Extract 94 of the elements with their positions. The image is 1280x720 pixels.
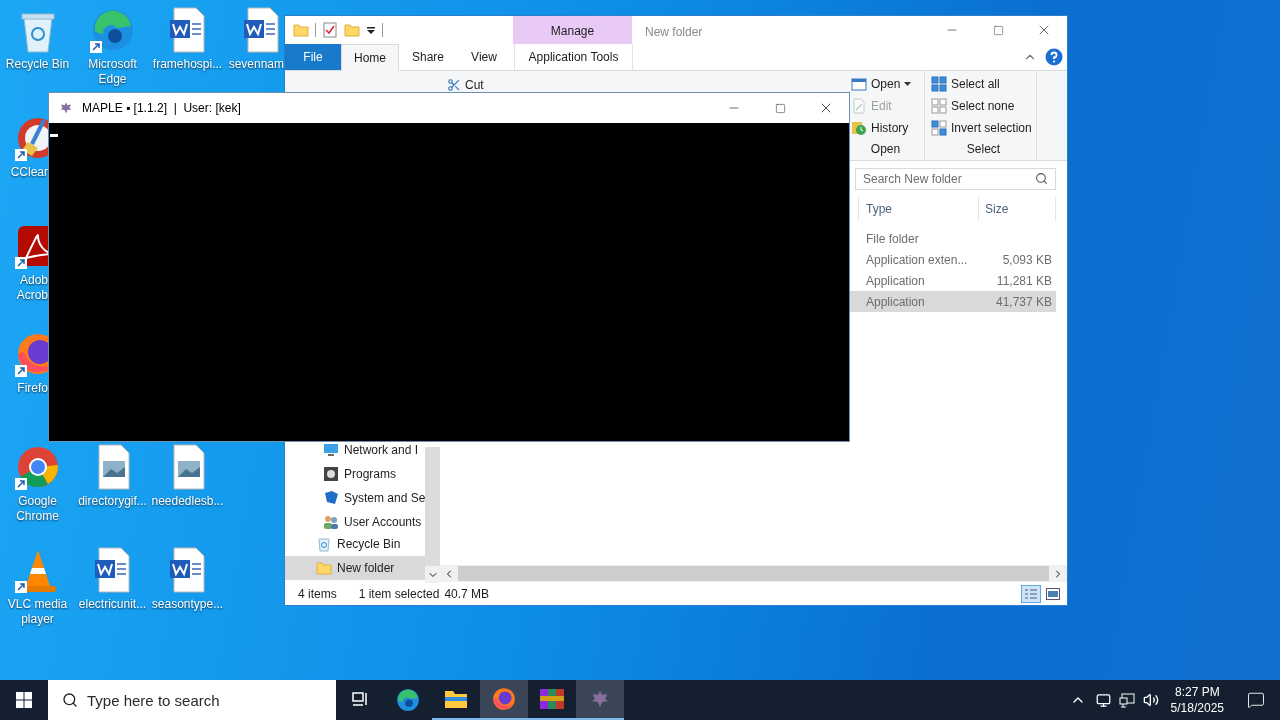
taskbar-search-field[interactable]: Type here to search	[48, 680, 336, 720]
icon-label: framehospi...	[152, 57, 223, 72]
icon-label: seasontype...	[151, 597, 224, 612]
nav-item[interactable]: Network and I	[285, 442, 426, 458]
folder-icon	[344, 22, 360, 38]
status-text: 1 item selected	[358, 586, 440, 603]
clock-icon	[851, 120, 867, 136]
text-cursor	[50, 134, 58, 137]
status-text: 40.7 MB	[444, 586, 490, 603]
grid-icon	[931, 98, 947, 114]
icon-label: VLC media player	[7, 597, 68, 627]
column-header[interactable]: Size	[978, 197, 1056, 221]
maple-leaf-icon	[590, 689, 610, 709]
file-row[interactable]: Application 41,737 KB	[850, 291, 1056, 312]
nav-item[interactable]: System and Se	[285, 490, 426, 506]
table-cell-text: 11,281 KB	[995, 272, 1052, 290]
search-field[interactable]: Search New folder	[855, 167, 1056, 190]
icon-label: Firefo	[17, 381, 48, 396]
folder-icon	[316, 560, 332, 576]
file-row[interactable]: File folder	[850, 228, 1056, 249]
maple-leaf-icon	[59, 101, 73, 115]
table-cell-text: 41,737 KB	[994, 293, 1052, 311]
nav-item[interactable]: Programs	[285, 466, 426, 482]
icon-label: CClear	[10, 165, 48, 180]
picture-frame-icon	[1046, 588, 1060, 600]
file-row[interactable]: Application 11,281 KB	[850, 270, 1056, 291]
icon-label: Adob Acrob	[16, 273, 48, 303]
ribbon-command[interactable]: Select all	[931, 73, 1036, 95]
table-cell-text: Application exten...	[865, 251, 969, 269]
help-icon[interactable]	[1045, 48, 1063, 66]
table-cell-text: File folder	[865, 230, 920, 248]
group-label: Select	[965, 141, 1002, 158]
icon-label: sevennam	[228, 57, 284, 72]
nav-item[interactable]: New folder	[285, 556, 426, 580]
caret-icon	[904, 82, 912, 86]
windows-logo-icon	[16, 692, 32, 708]
page-icon	[851, 98, 867, 114]
folder-icon	[444, 688, 468, 710]
notifications-icon	[1247, 691, 1265, 709]
ribbon-command[interactable]: Open	[847, 73, 924, 95]
edge-icon	[395, 687, 421, 713]
grid-icon	[931, 76, 947, 92]
monitor-icon[interactable]	[1095, 692, 1111, 708]
users-icon	[323, 514, 339, 530]
folder-icon	[293, 22, 309, 38]
icon-label: electricunit...	[78, 597, 147, 612]
taskbar-app[interactable]	[480, 680, 528, 720]
maximize-icon	[992, 24, 1004, 36]
search-icon	[62, 692, 78, 708]
recycle-bin-icon	[316, 536, 332, 552]
ribbon-tab[interactable]: File	[285, 44, 341, 70]
ribbon-tab[interactable]: Home	[341, 44, 399, 71]
column-header[interactable]: Type	[858, 197, 978, 221]
monitor-icon	[323, 442, 339, 458]
window-icon	[851, 76, 867, 92]
file-row[interactable]: Application exten... 5,093 KB	[850, 249, 1056, 270]
nav-item[interactable]: Recycle Bin	[285, 532, 426, 556]
grid-icon	[931, 120, 947, 136]
volume-icon[interactable]	[1142, 692, 1159, 708]
status-text: 4 items	[298, 586, 337, 603]
ribbon-tab[interactable]: View	[457, 44, 511, 70]
customize-caret-icon[interactable]	[366, 25, 376, 35]
scrollbar[interactable]	[425, 447, 440, 583]
firefox-icon	[491, 686, 517, 712]
network-icon[interactable]	[1118, 692, 1135, 708]
cut-button[interactable]: Cut	[445, 75, 486, 95]
ribbon-tab[interactable]: Share	[399, 44, 457, 70]
manage-header: Manage	[513, 16, 632, 44]
icon-label: neededlesb...	[151, 494, 224, 509]
books-icon	[539, 687, 565, 711]
icon-label: Microsoft Edge	[88, 57, 137, 87]
table-cell-text: Application	[865, 272, 926, 290]
ribbon-command[interactable]: Select none	[931, 95, 1036, 117]
list-icon	[1024, 588, 1038, 600]
window-title: MAPLE ▪ [1.1.2] | User: [kek]	[82, 100, 241, 117]
nav-item[interactable]: User Accounts	[285, 514, 426, 530]
shield-icon	[323, 490, 339, 506]
ribbon-command[interactable]: Invert selection	[931, 117, 1036, 139]
table-cell-text: Application	[865, 293, 926, 311]
properties-icon[interactable]	[322, 22, 338, 38]
table-cell-text: 5,093 KB	[1001, 251, 1052, 269]
horizontal-scrollbar[interactable]	[440, 565, 1067, 582]
clock[interactable]: 8:27 PM 5/18/2025	[1162, 684, 1232, 716]
window-title: New folder	[645, 24, 703, 41]
ribbon-tab[interactable]: Application Tools	[514, 44, 633, 70]
maximize-icon	[774, 102, 786, 114]
scissors-icon	[447, 78, 461, 92]
search-icon	[1035, 171, 1048, 185]
icon-label: Google Chrome	[16, 494, 59, 524]
preview-view-button[interactable]	[1043, 585, 1063, 603]
group-label: Open	[869, 141, 902, 158]
icon-label: Recycle Bin	[5, 57, 70, 72]
icon-label: directorygif...	[78, 494, 147, 509]
taskbar-app[interactable]	[576, 680, 624, 720]
